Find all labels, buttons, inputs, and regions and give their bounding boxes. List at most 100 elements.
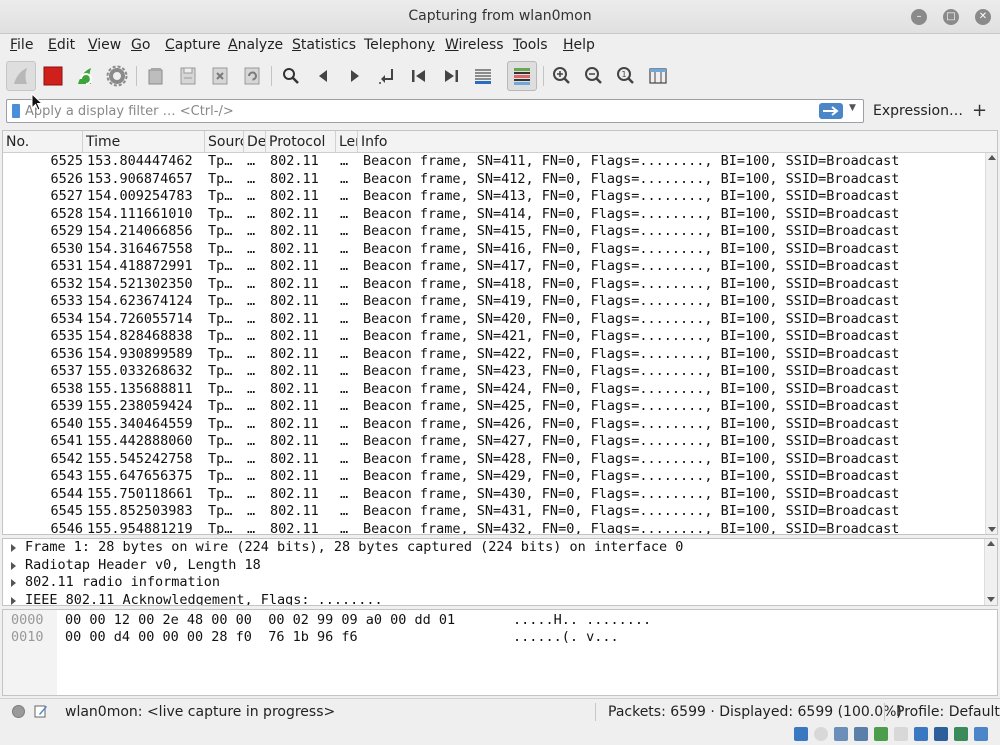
scroll-up-arrow-icon[interactable] — [987, 541, 995, 546]
menu-file[interactable]: File — [10, 37, 33, 53]
go-back-icon[interactable] — [308, 61, 338, 91]
packet-row[interactable]: 6545 155.852503983 Tp… … 802.11 … Beacon frame… — [3, 503, 985, 521]
menu-help[interactable]: Help — [563, 37, 595, 53]
expert-info-led-icon[interactable] — [12, 705, 25, 718]
filter-history-dropdown-icon[interactable]: ▼ — [849, 103, 856, 113]
restart-capture-icon[interactable] — [70, 61, 100, 91]
shark-fin-start-icon[interactable] — [6, 61, 36, 91]
packet-row[interactable]: 6528 154.111661010 Tp… … 802.11 … Beacon frame… — [3, 206, 985, 224]
expand-arrow-icon[interactable] — [11, 544, 16, 552]
column-header-source[interactable]: Sourc — [205, 131, 244, 153]
packet-row[interactable]: 6539 155.238059424 Tp… … 802.11 … Beacon frame… — [3, 398, 985, 416]
menu-view[interactable]: View — [88, 37, 121, 53]
packet-row[interactable]: 6530 154.316467558 Tp… … 802.11 … Beacon frame… — [3, 241, 985, 259]
save-file-icon[interactable] — [173, 61, 203, 91]
menu-capture[interactable]: Capture — [165, 37, 221, 53]
packet-row[interactable]: 6529 154.214066856 Tp… … 802.11 … Beacon frame… — [3, 223, 985, 241]
expand-arrow-icon[interactable] — [11, 561, 16, 570]
packet-row[interactable]: 6534 154.726055714 Tp… … 802.11 … Beacon frame… — [3, 311, 985, 329]
close-icon[interactable]: ✕ — [975, 9, 991, 25]
packet-row[interactable]: 6536 154.930899589 Tp… … 802.11 … Beacon frame… — [3, 346, 985, 364]
profile-text[interactable]: Profile: Default — [896, 704, 1000, 720]
last-packet-icon[interactable] — [436, 61, 466, 91]
packet-row[interactable]: 6525 153.804447462 Tp… … 802.11 … Beacon frame… — [3, 153, 985, 171]
vm-audio-icon[interactable] — [834, 727, 848, 741]
vm-clipboard-icon[interactable] — [894, 727, 908, 741]
go-to-packet-icon[interactable] — [372, 61, 402, 91]
packet-list-scrollbar[interactable] — [985, 153, 997, 534]
column-header-info[interactable]: Info — [358, 131, 997, 153]
packet-row[interactable]: 6538 155.135688811 Tp… … 802.11 … Beacon frame… — [3, 381, 985, 399]
details-scrollbar[interactable] — [984, 539, 997, 605]
column-header-time[interactable]: Time — [83, 131, 205, 153]
packet-row[interactable]: 6543 155.647656375 Tp… … 802.11 … Beacon frame… — [3, 468, 985, 486]
byte-offset[interactable]: 0000 — [11, 612, 44, 628]
bookmark-icon[interactable] — [12, 104, 20, 118]
close-file-icon[interactable] — [205, 61, 235, 91]
menu-edit[interactable]: Edit — [48, 37, 75, 53]
packet-row[interactable]: 6540 155.340464559 Tp… … 802.11 … Beacon frame… — [3, 416, 985, 434]
stop-capture-icon[interactable] — [38, 61, 68, 91]
packet-row[interactable]: 6526 153.906874657 Tp… … 802.11 … Beacon frame… — [3, 171, 985, 189]
resize-columns-icon[interactable] — [643, 61, 673, 91]
expand-arrow-icon[interactable] — [11, 579, 16, 587]
packet-row[interactable]: 6541 155.442888060 Tp… … 802.11 … Beacon frame… — [3, 433, 985, 451]
colorize-icon[interactable] — [507, 61, 537, 91]
byte-ascii[interactable]: .....H.. ........ — [513, 612, 651, 628]
zoom-in-icon[interactable] — [547, 61, 577, 91]
detail-tree-item[interactable]: IEEE 802.11 Acknowledgement, Flags: ....… — [3, 592, 997, 605]
add-filter-button[interactable]: + — [972, 100, 987, 121]
open-file-icon[interactable] — [141, 61, 171, 91]
column-header-length[interactable]: Ler — [336, 131, 358, 153]
expression-button[interactable]: Expression… — [873, 103, 963, 119]
zoom-out-icon[interactable] — [579, 61, 609, 91]
first-packet-icon[interactable] — [404, 61, 434, 91]
vm-cpu-icon[interactable] — [954, 727, 968, 741]
menu-statistics[interactable]: Statistics — [292, 37, 356, 53]
vm-host-key-icon[interactable] — [974, 727, 988, 741]
packet-row[interactable]: 6531 154.418872991 Tp… … 802.11 … Beacon frame… — [3, 258, 985, 276]
column-header-protocol[interactable]: Protocol — [266, 131, 336, 153]
scroll-down-arrow-icon[interactable] — [988, 527, 996, 532]
menu-wireless[interactable]: Wireless — [445, 37, 504, 53]
menu-go[interactable]: Go — [131, 37, 150, 53]
capture-comment-icon[interactable] — [34, 704, 48, 718]
menu-analyze[interactable]: Analyze — [228, 37, 283, 53]
reload-file-icon[interactable] — [237, 61, 267, 91]
capture-options-icon[interactable] — [102, 61, 132, 91]
autoscroll-icon[interactable] — [468, 61, 498, 91]
vm-shared-folder-icon[interactable] — [874, 727, 888, 741]
packet-row[interactable]: 6537 155.033268632 Tp… … 802.11 … Beacon frame… — [3, 363, 985, 381]
vm-network-icon[interactable] — [854, 727, 868, 741]
vm-usb-icon[interactable] — [794, 727, 808, 741]
packet-row[interactable]: 6533 154.623674124 Tp… … 802.11 … Beacon frame… — [3, 293, 985, 311]
expand-arrow-icon[interactable] — [11, 596, 16, 605]
packet-row[interactable]: 6546 155.954881219 Tp… … 802.11 … Beacon frame… — [3, 521, 985, 535]
byte-ascii[interactable]: ......(. v... — [513, 629, 619, 645]
detail-tree-item[interactable]: 802.11 radio information — [3, 574, 997, 592]
packet-row[interactable]: 6544 155.750118661 Tp… … 802.11 … Beacon frame… — [3, 486, 985, 504]
maximize-icon[interactable]: □ — [943, 9, 959, 25]
scroll-down-arrow-icon[interactable] — [987, 597, 995, 602]
vm-recording-icon[interactable] — [934, 727, 948, 741]
column-header-no[interactable]: No. — [3, 131, 83, 153]
packet-row[interactable]: 6535 154.828468838 Tp… … 802.11 … Beacon frame… — [3, 328, 985, 346]
vm-optical-icon[interactable] — [814, 727, 828, 741]
detail-tree-item[interactable]: Radiotap Header v0, Length 18 — [3, 557, 997, 575]
go-forward-icon[interactable] — [340, 61, 370, 91]
menu-telephony[interactable]: Telephony — [364, 37, 435, 53]
byte-offset[interactable]: 0010 — [11, 629, 44, 645]
minimize-icon[interactable]: – — [911, 9, 927, 25]
display-filter-input[interactable] — [25, 102, 805, 120]
byte-hex[interactable]: 00 00 d4 00 00 00 28 f0 76 1b 96 f6 — [65, 629, 358, 645]
vm-display-icon[interactable] — [914, 727, 928, 741]
packet-row[interactable]: 6532 154.521302350 Tp… … 802.11 … Beacon frame… — [3, 276, 985, 294]
apply-filter-arrow-icon[interactable] — [819, 103, 843, 119]
packet-row[interactable]: 6542 155.545242758 Tp… … 802.11 … Beacon frame… — [3, 451, 985, 469]
column-header-destination[interactable]: De — [244, 131, 266, 153]
detail-tree-item[interactable]: Frame 1: 28 bytes on wire (224 bits), 28… — [3, 539, 997, 557]
scroll-up-arrow-icon[interactable] — [988, 155, 996, 160]
normal-size-icon[interactable]: 1 — [611, 61, 641, 91]
packet-row[interactable]: 6527 154.009254783 Tp… … 802.11 … Beacon frame… — [3, 188, 985, 206]
byte-hex[interactable]: 00 00 12 00 2e 48 00 00 00 02 99 09 a0 0… — [65, 612, 455, 628]
